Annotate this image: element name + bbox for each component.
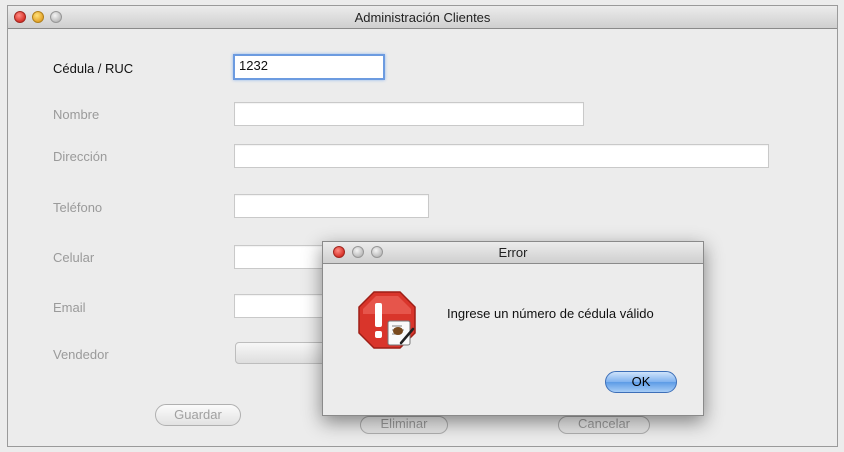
email-input[interactable] (234, 294, 334, 318)
dialog-titlebar: Error (323, 242, 703, 264)
guardar-button[interactable]: Guardar (155, 404, 241, 426)
cedula-input[interactable]: 1232 (233, 54, 385, 80)
direccion-label: Dirección (53, 149, 108, 164)
email-label: Email (53, 300, 86, 315)
telefono-label: Teléfono (53, 200, 103, 215)
direccion-input[interactable] (234, 144, 769, 168)
vendedor-select[interactable] (235, 342, 335, 364)
error-dialog: Error Ingrese un número de cédula válido… (322, 241, 704, 416)
cedula-value: 1232 (239, 58, 268, 73)
ok-button[interactable]: OK (605, 371, 677, 393)
alert-stop-icon (358, 291, 416, 349)
cedula-label: Cédula / RUC (53, 61, 134, 76)
celular-input[interactable] (234, 245, 334, 269)
eliminar-button[interactable]: Eliminar (360, 416, 448, 434)
dialog-title: Error (498, 245, 528, 260)
window-title: Administración Clientes (354, 10, 491, 25)
cancelar-button[interactable]: Cancelar (558, 416, 650, 434)
nombre-label: Nombre (53, 107, 100, 122)
dialog-message: Ingrese un número de cédula válido (447, 306, 654, 321)
telefono-input[interactable] (234, 194, 429, 218)
nombre-input[interactable] (234, 102, 584, 126)
vendedor-label: Vendedor (53, 347, 109, 362)
window-titlebar: Administración Clientes (8, 6, 837, 29)
celular-label: Celular (53, 250, 95, 265)
